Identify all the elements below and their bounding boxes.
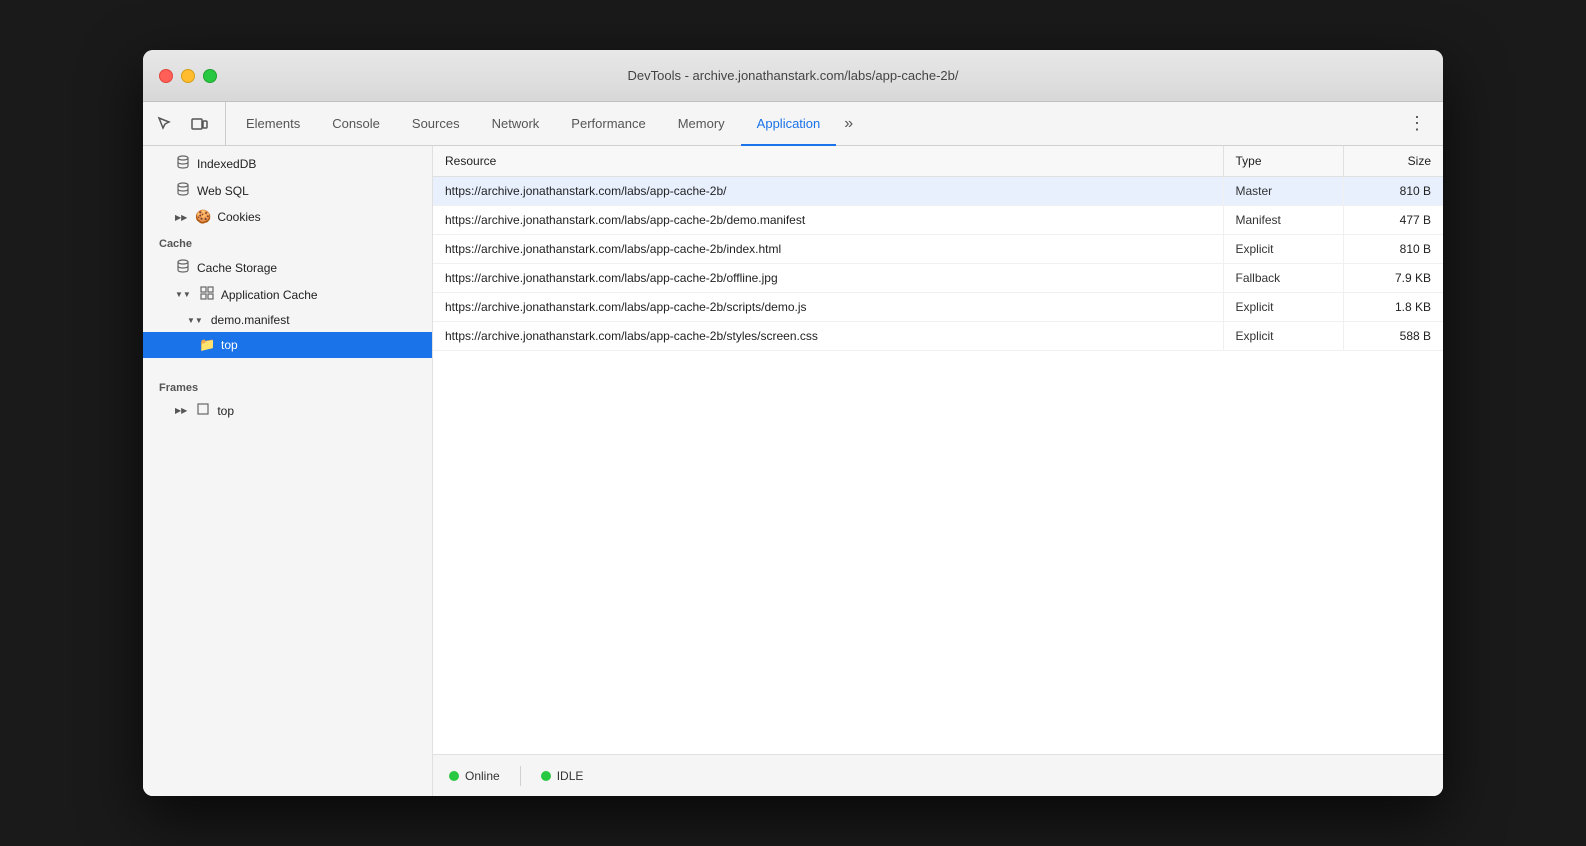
maximize-button[interactable] (203, 69, 217, 83)
type-cell: Manifest (1223, 206, 1343, 235)
idle-dot (541, 771, 551, 781)
size-cell: 810 B (1343, 235, 1443, 264)
cache-section-label: Cache (143, 230, 432, 254)
idle-label: IDLE (557, 769, 584, 783)
size-cell: 477 B (1343, 206, 1443, 235)
tab-memory[interactable]: Memory (662, 103, 741, 146)
table-row[interactable]: https://archive.jonathanstark.com/labs/a… (433, 322, 1443, 351)
online-status: Online (449, 769, 500, 783)
resource-cell: https://archive.jonathanstark.com/labs/a… (433, 235, 1223, 264)
header-resource: Resource (433, 146, 1223, 177)
table-row[interactable]: https://archive.jonathanstark.com/labs/a… (433, 235, 1443, 264)
frame-icon (195, 403, 211, 418)
table-row[interactable]: https://archive.jonathanstark.com/labs/a… (433, 177, 1443, 206)
size-cell: 810 B (1343, 177, 1443, 206)
tabbar-end: ⋮ (1403, 102, 1435, 145)
inspect-element-icon[interactable] (151, 110, 179, 138)
content-panel: Resource Type Size https://archive.jonat… (433, 146, 1443, 796)
traffic-lights (159, 69, 217, 83)
minimize-button[interactable] (181, 69, 195, 83)
triangle-right-icon-2: ▶ (175, 406, 187, 415)
resource-cell: https://archive.jonathanstark.com/labs/a… (433, 293, 1223, 322)
type-cell: Explicit (1223, 235, 1343, 264)
statusbar: Online IDLE (433, 754, 1443, 796)
tab-sources[interactable]: Sources (396, 103, 476, 146)
size-cell: 588 B (1343, 322, 1443, 351)
table-row[interactable]: https://archive.jonathanstark.com/labs/a… (433, 293, 1443, 322)
tabbar: Elements Console Sources Network Perform… (143, 102, 1443, 146)
tab-network[interactable]: Network (476, 103, 556, 146)
tab-elements[interactable]: Elements (230, 103, 316, 146)
close-button[interactable] (159, 69, 173, 83)
table-row[interactable]: https://archive.jonathanstark.com/labs/a… (433, 264, 1443, 293)
sidebar-item-application-cache[interactable]: ▼ Application Cache (143, 281, 432, 308)
type-cell: Master (1223, 177, 1343, 206)
more-options-button[interactable]: ⋮ (1403, 110, 1431, 138)
resource-cell: https://archive.jonathanstark.com/labs/a… (433, 322, 1223, 351)
idle-status: IDLE (541, 769, 584, 783)
more-tabs-button[interactable]: » (836, 102, 861, 145)
sidebar-item-top-cache[interactable]: 📁 top (143, 332, 432, 358)
online-label: Online (465, 769, 500, 783)
status-divider (520, 766, 521, 786)
type-cell: Fallback (1223, 264, 1343, 293)
chevron-right-icon: » (844, 115, 853, 133)
folder-icon: 📁 (199, 337, 215, 353)
size-cell: 1.8 KB (1343, 293, 1443, 322)
tab-console[interactable]: Console (316, 103, 396, 146)
resource-table-container: Resource Type Size https://archive.jonat… (433, 146, 1443, 754)
sidebar-item-cache-storage[interactable]: Cache Storage (143, 254, 432, 281)
database-icon-3 (175, 259, 191, 276)
triangle-down-icon: ▼ (175, 290, 191, 299)
sidebar-item-web-sql[interactable]: Web SQL (143, 177, 432, 204)
sidebar: IndexedDB Web SQL ▶ 🍪 Cookies Cache (143, 146, 433, 796)
sidebar-item-indexed-db[interactable]: IndexedDB (143, 150, 432, 177)
cookie-icon: 🍪 (195, 209, 211, 225)
header-size: Size (1343, 146, 1443, 177)
header-type: Type (1223, 146, 1343, 177)
table-row[interactable]: https://archive.jonathanstark.com/labs/a… (433, 206, 1443, 235)
online-dot (449, 771, 459, 781)
triangle-down-icon-2: ▼ (187, 316, 203, 325)
devtools-window: DevTools - archive.jonathanstark.com/lab… (143, 50, 1443, 796)
database-icon (175, 155, 191, 172)
type-cell: Explicit (1223, 322, 1343, 351)
sidebar-item-cookies[interactable]: ▶ 🍪 Cookies (143, 204, 432, 230)
type-cell: Explicit (1223, 293, 1343, 322)
main-content: IndexedDB Web SQL ▶ 🍪 Cookies Cache (143, 146, 1443, 796)
titlebar: DevTools - archive.jonathanstark.com/lab… (143, 50, 1443, 102)
size-cell: 7.9 KB (1343, 264, 1443, 293)
sidebar-item-top-frame[interactable]: ▶ top (143, 398, 432, 423)
device-toolbar-icon[interactable] (185, 110, 213, 138)
toolbar-tools (151, 102, 226, 145)
tab-performance[interactable]: Performance (555, 103, 661, 146)
frames-section-label: Frames (143, 374, 432, 398)
triangle-right-icon: ▶ (175, 213, 187, 222)
resource-cell: https://archive.jonathanstark.com/labs/a… (433, 206, 1223, 235)
database-icon-2 (175, 182, 191, 199)
sidebar-item-demo-manifest[interactable]: ▼ demo.manifest (143, 308, 432, 332)
window-title: DevTools - archive.jonathanstark.com/lab… (628, 68, 959, 83)
resource-cell: https://archive.jonathanstark.com/labs/a… (433, 264, 1223, 293)
resource-table: Resource Type Size https://archive.jonat… (433, 146, 1443, 351)
grid-icon (199, 286, 215, 303)
tab-application[interactable]: Application (741, 103, 837, 146)
resource-cell: https://archive.jonathanstark.com/labs/a… (433, 177, 1223, 206)
